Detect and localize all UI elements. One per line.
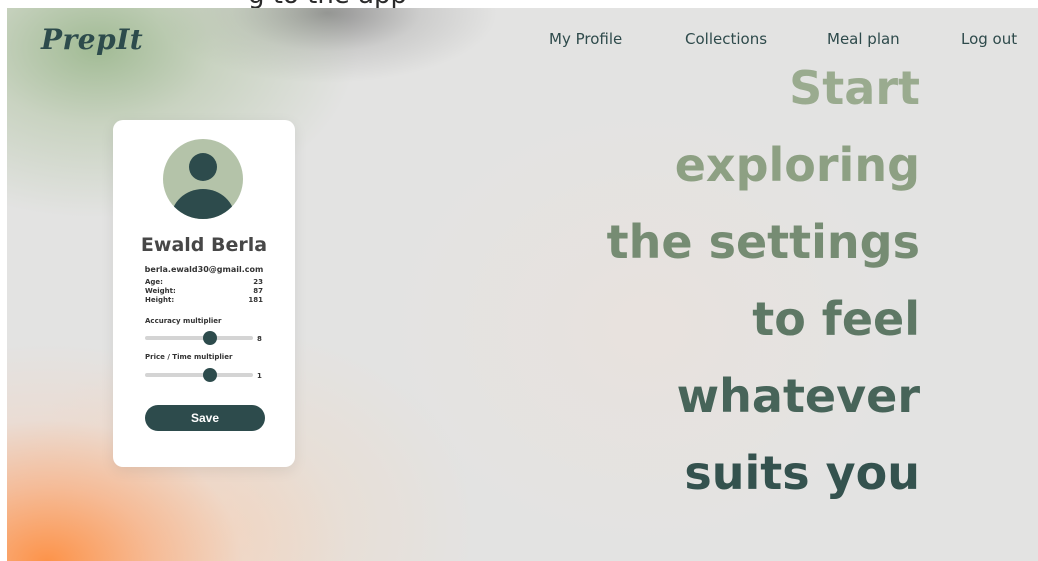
stat-label-height: Height: — [145, 296, 175, 304]
nav-log-out[interactable]: Log out — [961, 30, 1017, 48]
user-silhouette-icon — [171, 153, 235, 219]
stat-label-age: Age: — [145, 278, 163, 286]
accuracy-multiplier-label: Accuracy multiplier — [145, 317, 222, 325]
nav-meal-plan[interactable]: Meal plan — [827, 30, 900, 48]
headline-line-6: suits you — [684, 446, 920, 500]
headline-line-5: whatever — [676, 369, 920, 423]
stat-row-height: Height: 181 — [145, 296, 263, 306]
price-time-slider-track[interactable] — [145, 373, 253, 377]
user-email: berla.ewald30@gmail.com — [144, 265, 264, 274]
stat-value-age: 23 — [253, 278, 263, 286]
nav-my-profile[interactable]: My Profile — [549, 30, 622, 48]
price-time-multiplier-slider[interactable] — [145, 368, 253, 382]
profile-card: Ewald Berla berla.ewald30@gmail.com Age:… — [113, 120, 295, 467]
headline-line-4: to feel — [752, 292, 920, 346]
top-strip: g to the app — [0, 0, 1038, 8]
nav-collections[interactable]: Collections — [685, 30, 767, 48]
stat-value-weight: 87 — [253, 287, 263, 295]
accuracy-multiplier-slider[interactable] — [145, 331, 253, 345]
accuracy-slider-track[interactable] — [145, 336, 253, 340]
headline-line-1: Start — [789, 61, 920, 115]
price-time-multiplier-value: 1 — [257, 372, 262, 380]
price-time-multiplier-label: Price / Time multiplier — [145, 353, 233, 361]
headline-line-3: the settings — [606, 215, 920, 269]
top-strip-text: g to the app — [248, 0, 407, 8]
hero-headline: Start exploring the settings to feel wha… — [407, 50, 920, 512]
save-button[interactable]: Save — [145, 405, 265, 431]
stat-label-weight: Weight: — [145, 287, 176, 295]
app-window: PrepIt My Profile Collections Meal plan … — [7, 8, 1038, 561]
price-time-slider-thumb[interactable] — [202, 368, 217, 382]
avatar — [163, 139, 243, 219]
stat-value-height: 181 — [248, 296, 263, 304]
headline-line-2: exploring — [674, 138, 920, 192]
accuracy-multiplier-value: 8 — [257, 335, 262, 343]
user-name: Ewald Berla — [140, 234, 268, 256]
accuracy-slider-thumb[interactable] — [202, 331, 217, 345]
